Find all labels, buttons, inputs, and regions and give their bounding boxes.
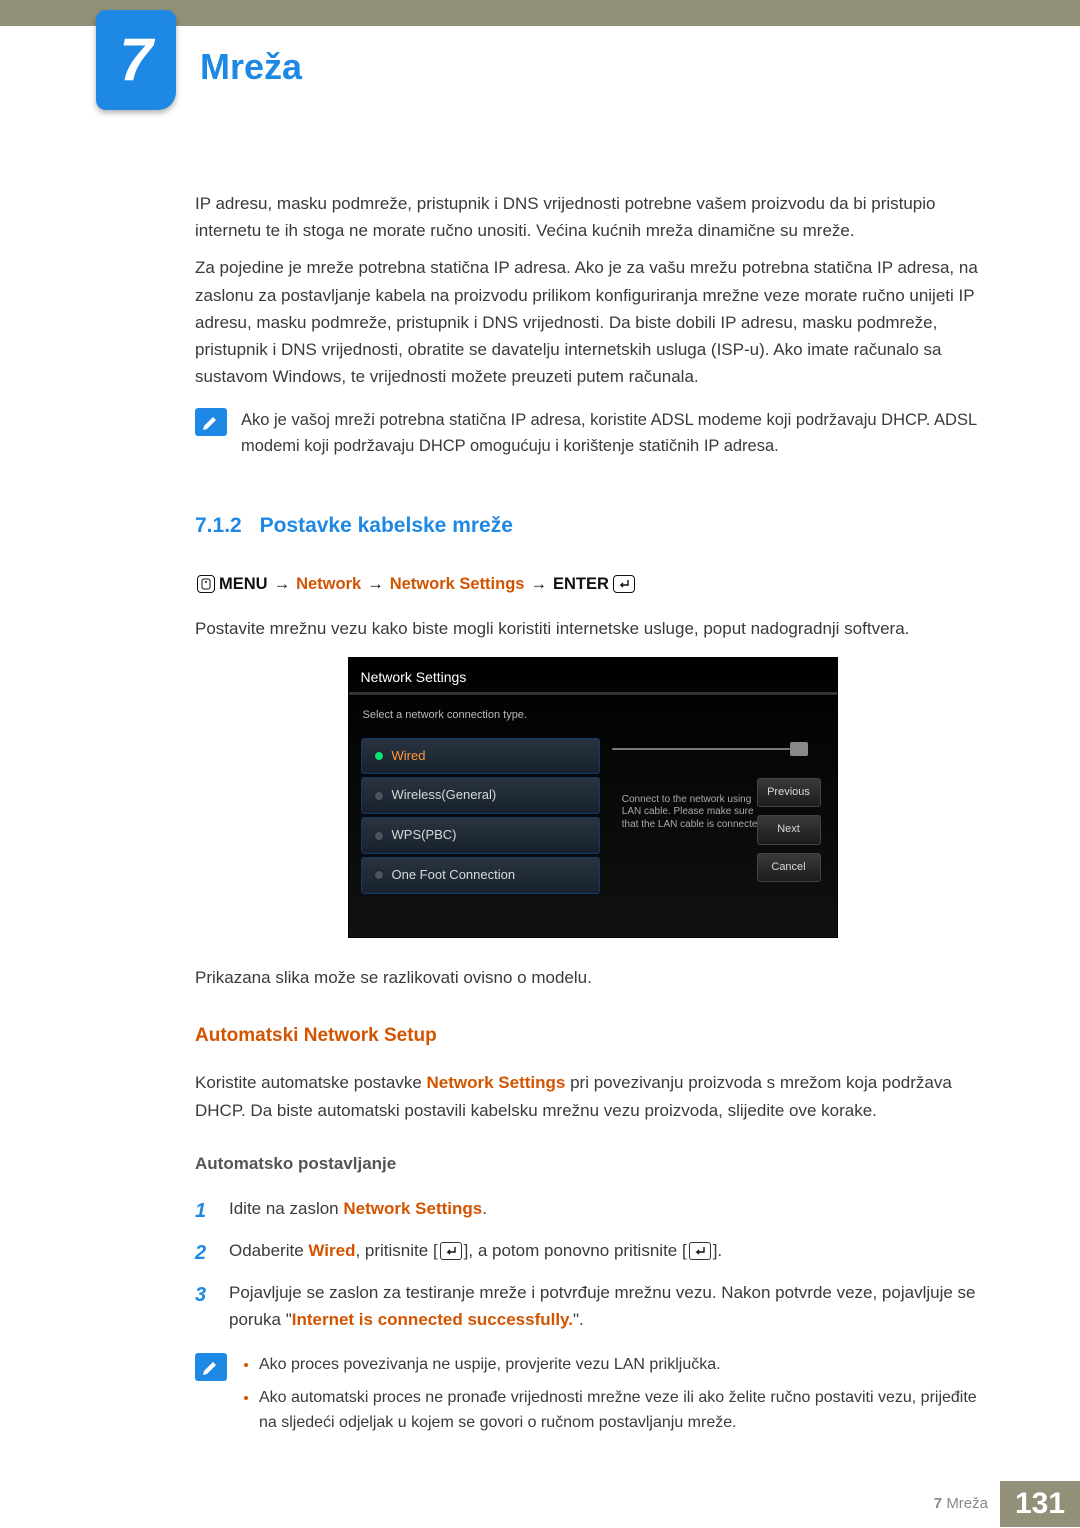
menu-path: MENU → Network → Network Settings → ENTE… <box>195 571 990 597</box>
paragraph: Prikazana slika može se razlikovati ovis… <box>195 964 990 991</box>
text-highlight: Wired <box>308 1241 355 1260</box>
list-item: Ako automatski proces ne pronađe vrijedn… <box>259 1386 990 1436</box>
option-label: Wired <box>392 746 426 767</box>
arrow-icon: → <box>367 571 384 597</box>
dialog-hint: Connect to the network using LAN cable. … <box>622 794 772 832</box>
menupath-settings: Network Settings <box>390 571 525 597</box>
arrow-icon: → <box>530 571 547 597</box>
step-item: 1 Idite na zaslon Network Settings. <box>195 1195 990 1227</box>
option-wps[interactable]: WPS(PBC) <box>361 817 601 854</box>
menupath-enter: ENTER <box>553 571 609 597</box>
text-highlight: Internet is connected successfully. <box>292 1310 573 1329</box>
page-footer: 7 Mreža 131 <box>0 1481 1080 1527</box>
radio-icon <box>374 791 384 801</box>
text: Odaberite <box>229 1241 308 1260</box>
cable-jack-icon <box>790 742 808 756</box>
radio-icon <box>374 831 384 841</box>
pencil-icon <box>195 408 227 436</box>
note-block: Ako proces povezivanja ne uspije, provje… <box>195 1353 990 1443</box>
enter-icon <box>440 1242 462 1260</box>
page-content: IP adresu, masku podmreže, pristupnik i … <box>195 190 990 1462</box>
menupath-menu: MENU <box>219 571 268 597</box>
footer-crumb: 7 Mreža <box>934 1492 988 1516</box>
text: ]. <box>713 1241 722 1260</box>
previous-button[interactable]: Previous <box>757 778 821 808</box>
enter-icon <box>613 575 635 593</box>
paragraph: Koristite automatske postavke Network Se… <box>195 1069 990 1123</box>
next-button[interactable]: Next <box>757 815 821 845</box>
step-text: Idite na zaslon Network Settings. <box>229 1195 990 1222</box>
radio-icon <box>374 751 384 761</box>
note-text: Ako proces povezivanja ne uspije, provje… <box>241 1353 990 1443</box>
option-wired[interactable]: Wired <box>361 738 601 775</box>
note-block: Ako je vašoj mreži potrebna statična IP … <box>195 408 990 459</box>
list-item: Ako proces povezivanja ne uspije, provje… <box>259 1353 990 1378</box>
option-label: WPS(PBC) <box>392 825 457 846</box>
chapter-badge: 7 <box>96 10 176 110</box>
section-title: Postavke kabelske mreže <box>260 514 513 537</box>
text-highlight: Network Settings <box>343 1199 482 1218</box>
section-number: 7.1.2 <box>195 514 242 537</box>
footer-chapter-title: Mreža <box>946 1495 988 1512</box>
chapter-number: 7 <box>119 12 152 108</box>
dialog-title: Network Settings <box>349 658 583 695</box>
option-label: One Foot Connection <box>392 865 516 886</box>
note-list: Ako proces povezivanja ne uspije, provje… <box>241 1353 990 1435</box>
paragraph: IP adresu, masku podmreže, pristupnik i … <box>195 190 990 244</box>
cable-wire-icon <box>612 748 790 750</box>
paragraph: Za pojedine je mreže potrebna statična I… <box>195 254 990 390</box>
step-number: 3 <box>195 1279 215 1311</box>
text: Koristite automatske postavke <box>195 1073 427 1092</box>
step-number: 1 <box>195 1195 215 1227</box>
enter-icon <box>689 1242 711 1260</box>
radio-icon <box>374 870 384 880</box>
page-number: 131 <box>1000 1481 1080 1527</box>
dialog-buttons: Previous Next Cancel <box>757 778 821 883</box>
text-highlight: Network Settings <box>427 1073 566 1092</box>
text: ], a potom ponovno pritisnite [ <box>464 1241 687 1260</box>
text: . <box>482 1199 487 1218</box>
cancel-button[interactable]: Cancel <box>757 853 821 883</box>
paragraph: Postavite mrežnu vezu kako biste mogli k… <box>195 615 990 642</box>
footer-chapter-number: 7 <box>934 1495 942 1512</box>
menupath-network: Network <box>296 571 361 597</box>
steps-heading: Automatsko postavljanje <box>195 1150 990 1177</box>
connection-options: Wired Wireless(General) WPS(PBC) One Foo… <box>349 738 613 894</box>
note-text: Ako je vašoj mreži potrebna statična IP … <box>241 408 990 459</box>
pencil-icon <box>195 1353 227 1381</box>
step-item: 3 Pojavljuje se zaslon za testiranje mre… <box>195 1279 990 1333</box>
arrow-icon: → <box>274 571 291 597</box>
step-text: Odaberite Wired, pritisnite [ ], a potom … <box>229 1237 990 1264</box>
text: Idite na zaslon <box>229 1199 343 1218</box>
chapter-title: Mreža <box>200 38 302 96</box>
subsection-heading: Automatski Network Setup <box>195 1021 990 1051</box>
network-settings-dialog: Network Settings Select a network connec… <box>348 657 838 938</box>
section-heading: 7.1.2 Postavke kabelske mreže <box>195 509 990 543</box>
remote-icon <box>197 575 215 593</box>
step-text: Pojavljuje se zaslon za testiranje mreže… <box>229 1279 990 1333</box>
step-number: 2 <box>195 1237 215 1269</box>
option-wireless[interactable]: Wireless(General) <box>361 777 601 814</box>
option-label: Wireless(General) <box>392 785 497 806</box>
step-item: 2 Odaberite Wired, pritisnite [ ], a poto… <box>195 1237 990 1269</box>
cable-illustration <box>612 728 808 768</box>
text: , pritisnite [ <box>355 1241 437 1260</box>
text: ". <box>573 1310 584 1329</box>
option-onefoot[interactable]: One Foot Connection <box>361 857 601 894</box>
